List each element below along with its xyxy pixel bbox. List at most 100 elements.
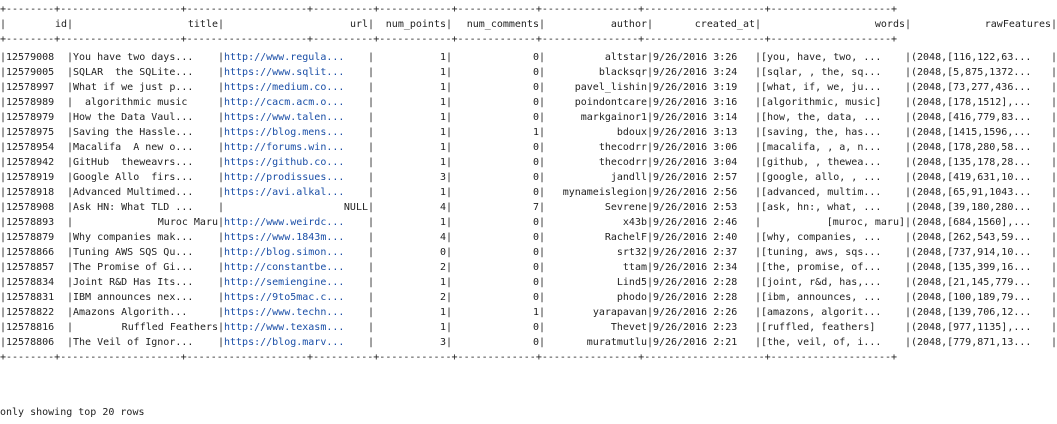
column-separator: |	[1051, 172, 1057, 183]
cell-url[interactable]: http://www.regula...	[224, 50, 368, 65]
cell-words: [the, veil, of, i...	[761, 337, 882, 348]
cell-title: What if we just p...	[73, 82, 194, 93]
cell-words: [github, , thewea...	[761, 157, 882, 168]
cell-num-comments: 0	[532, 52, 539, 63]
cell-num-comments: 0	[532, 112, 539, 123]
cell-title: Macalifa A new o...	[73, 142, 194, 153]
cell-words: [advanced, multim...	[761, 187, 882, 198]
cell-num-points: 1	[439, 127, 446, 138]
cell-words: [tuning, aws, sqs...	[761, 247, 882, 258]
cell-url[interactable]: http://blog.simon...	[224, 245, 368, 260]
cell-raw-features: (2048,[116,122,63...	[911, 52, 1032, 63]
cell-raw-features: (2048,[419,631,10...	[911, 172, 1032, 183]
cell-title: Ask HN: What TLD ...	[73, 202, 194, 213]
cell-id: 12578918	[6, 187, 55, 198]
cell-url[interactable]: https://blog.mens...	[224, 125, 368, 140]
cell-author: poindontcare	[574, 97, 647, 108]
cell-raw-features: (2048,[779,871,13...	[911, 337, 1032, 348]
cell-num-points: 3	[439, 337, 446, 348]
cell-created-at: 9/26/2016 3:04	[653, 157, 738, 168]
cell-words: [ask, hn:, what, ...	[761, 202, 882, 213]
cell-url[interactable]: http://www.weirdc...	[224, 215, 368, 230]
cell-id: 12578979	[6, 112, 55, 123]
cell-num-points: 1	[439, 82, 446, 93]
cell-url[interactable]: http://prodissues...	[224, 170, 368, 185]
cell-author: thecodrr	[598, 157, 647, 168]
cell-id: 12578997	[6, 82, 55, 93]
cell-id: 12578834	[6, 277, 55, 288]
cell-url[interactable]: https://www.techn...	[224, 305, 368, 320]
cell-title: IBM announces nex...	[73, 292, 194, 303]
cell-created-at: 9/26/2016 3:14	[653, 112, 738, 123]
cell-raw-features: (2048,[5,875,1372...	[911, 67, 1032, 78]
cell-url[interactable]: https://www.sqlit...	[224, 65, 368, 80]
cell-created-at: 9/26/2016 2:46	[653, 217, 738, 228]
spark-show-output: +--------+--------------------+---------…	[0, 0, 1057, 424]
cell-num-comments: 0	[532, 292, 539, 303]
column-separator: |	[1051, 232, 1057, 243]
cell-created-at: 9/26/2016 2:26	[653, 307, 738, 318]
cell-num-comments: 0	[532, 262, 539, 273]
cell-id: 12578866	[6, 247, 55, 258]
column-header-url: url	[349, 19, 368, 30]
cell-id: 12578822	[6, 307, 55, 318]
cell-url[interactable]: https://medium.co...	[224, 80, 368, 95]
cell-num-comments: 1	[532, 307, 539, 318]
cell-author: mynameislegion	[562, 187, 647, 198]
cell-author: jandll	[610, 172, 647, 183]
cell-num-points: 1	[439, 97, 446, 108]
cell-created-at: 9/26/2016 3:06	[653, 142, 738, 153]
cell-author: thecodrr	[598, 142, 647, 153]
cell-author: Sevrene	[604, 202, 647, 213]
cell-words: [muroc, maru]	[826, 217, 905, 228]
cell-url[interactable]: http://constantbe...	[224, 260, 368, 275]
cell-author: yarapavan	[592, 307, 647, 318]
cell-raw-features: (2048,[100,189,79...	[911, 292, 1032, 303]
cell-num-comments: 7	[532, 202, 539, 213]
cell-author: pavel_lishin	[574, 82, 647, 93]
cell-url[interactable]: http://www.texasm...	[224, 320, 368, 335]
cell-title: GitHub theweavrs...	[73, 157, 194, 168]
cell-author: blacksqr	[598, 67, 647, 78]
cell-raw-features: (2048,[1415,1596,...	[911, 127, 1032, 138]
cell-id: 12578816	[6, 322, 55, 333]
table-border-top: +--------+--------------------+---------…	[0, 4, 898, 15]
cell-url[interactable]: https://9to5mac.c...	[224, 290, 368, 305]
cell-url[interactable]: https://avi.alkal...	[224, 185, 368, 200]
column-header-author: author	[610, 19, 647, 30]
cell-num-points: 1	[439, 67, 446, 78]
cell-num-points: 1	[439, 142, 446, 153]
cell-author: RachelF	[604, 232, 647, 243]
cell-url[interactable]: https://github.co...	[224, 155, 368, 170]
cell-raw-features: (2048,[21,145,779...	[911, 277, 1032, 288]
cell-num-points: 1	[439, 52, 446, 63]
cell-created-at: 9/26/2016 3:19	[653, 82, 738, 93]
cell-url[interactable]: https://www.talen...	[224, 110, 368, 125]
cell-title: algorithmic music	[73, 97, 188, 108]
cell-title: Advanced Multimed...	[73, 187, 194, 198]
cell-url[interactable]: http://cacm.acm.o...	[224, 95, 368, 110]
cell-num-comments: 0	[532, 322, 539, 333]
cell-num-comments: 0	[532, 157, 539, 168]
column-header-num-comments: num_comments	[466, 19, 539, 30]
cell-raw-features: (2048,[178,280,58...	[911, 142, 1032, 153]
cell-created-at: 9/26/2016 3:13	[653, 127, 738, 138]
cell-url[interactable]: https://blog.marv...	[224, 335, 368, 350]
column-separator: |	[1051, 307, 1057, 318]
cell-title: You have two days...	[73, 52, 194, 63]
column-separator: |	[1051, 247, 1057, 258]
column-header-created-at: created_at	[694, 19, 755, 30]
cell-num-comments: 0	[532, 232, 539, 243]
cell-num-comments: 0	[532, 277, 539, 288]
cell-url[interactable]: http://forums.win...	[224, 140, 368, 155]
column-separator: |	[1051, 292, 1057, 303]
column-separator: |	[1051, 322, 1057, 333]
cell-author: altstar	[604, 52, 647, 63]
cell-words: [saving, the, has...	[761, 127, 882, 138]
cell-num-points: 1	[439, 307, 446, 318]
cell-created-at: 9/26/2016 2:57	[653, 172, 738, 183]
cell-url[interactable]: http://semiengine...	[224, 275, 368, 290]
cell-num-comments: 0	[532, 217, 539, 228]
cell-url[interactable]: https://www.1843m...	[224, 230, 368, 245]
column-separator: |	[1051, 97, 1057, 108]
